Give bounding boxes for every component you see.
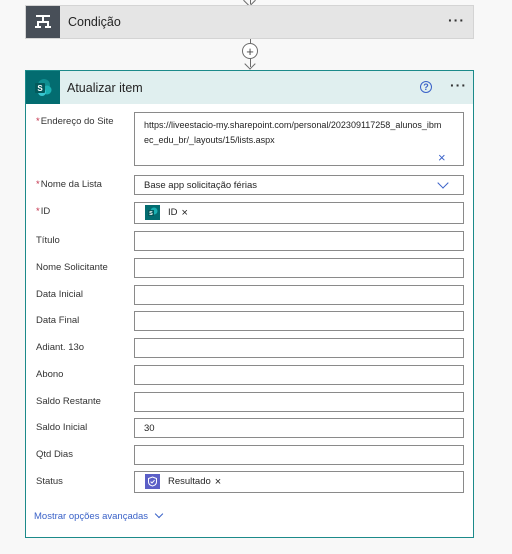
connector-arrow-icon — [244, 58, 256, 70]
site-address-label: *Endereço do Site — [36, 116, 114, 127]
saldo-restante-field[interactable] — [134, 392, 464, 412]
site-address-value: https://liveestacio-my.sharepoint.com/pe… — [144, 120, 442, 145]
card-title: Atualizar item — [67, 81, 143, 95]
condition-more-options-icon[interactable]: ··· — [448, 12, 465, 28]
condition-icon — [26, 6, 60, 38]
help-icon[interactable]: ? — [420, 81, 432, 93]
clear-site-address-icon[interactable]: × — [438, 151, 446, 164]
status-field[interactable]: Resultado × — [134, 471, 464, 493]
site-address-field[interactable]: https://liveestacio-my.sharepoint.com/pe… — [134, 112, 464, 166]
remove-resultado-token-icon[interactable]: × — [215, 476, 221, 488]
required-marker: * — [36, 116, 40, 127]
status-label: Status — [36, 476, 63, 487]
remove-id-token-icon[interactable]: × — [182, 207, 188, 219]
abono-label: Abono — [36, 369, 64, 380]
card-header[interactable]: S Atualizar item ? ··· — [26, 71, 473, 104]
resultado-token[interactable]: Resultado × — [145, 474, 221, 489]
card-more-options-icon[interactable]: ··· — [450, 77, 467, 93]
nome-solicitante-label: Nome Solicitante — [36, 262, 108, 273]
qtd-dias-label: Qtd Dias — [36, 449, 73, 460]
titulo-label: Título — [36, 235, 60, 246]
resultado-token-label: Resultado — [168, 476, 211, 487]
list-name-dropdown[interactable]: Base app solicitação férias — [134, 175, 464, 195]
id-token[interactable]: S ID × — [145, 205, 188, 220]
chevron-down-icon[interactable] — [437, 177, 449, 189]
saldo-inicial-field[interactable]: 30 — [134, 418, 464, 438]
condition-card[interactable]: Condição ··· — [25, 5, 474, 39]
adiant-field[interactable] — [134, 338, 464, 358]
saldo-inicial-label: Saldo Inicial — [36, 422, 88, 433]
condition-title: Condição — [68, 15, 121, 29]
data-final-field[interactable] — [134, 311, 464, 331]
id-token-label: ID — [168, 207, 178, 218]
id-label: *ID — [36, 206, 51, 217]
svg-text:S: S — [149, 211, 153, 217]
saldo-inicial-value: 30 — [144, 423, 155, 434]
data-final-label: Data Final — [36, 315, 80, 326]
sharepoint-icon: S — [145, 205, 160, 220]
id-field[interactable]: S ID × — [134, 202, 464, 224]
adiant-label: Adiant. 13o — [36, 342, 85, 353]
list-name-value: Base app solicitação férias — [144, 180, 258, 191]
chevron-down-icon — [154, 509, 164, 519]
insert-step-button[interactable]: + — [242, 43, 258, 59]
update-item-card: S Atualizar item ? ··· *Endereço do Site… — [25, 70, 474, 538]
nome-solicitante-field[interactable] — [134, 258, 464, 278]
required-marker: * — [36, 206, 40, 217]
sharepoint-icon: S — [26, 71, 60, 104]
data-inicial-field[interactable] — [134, 285, 464, 305]
abono-field[interactable] — [134, 365, 464, 385]
saldo-restante-label: Saldo Restante — [36, 396, 101, 407]
required-marker: * — [36, 179, 40, 190]
qtd-dias-field[interactable] — [134, 445, 464, 465]
list-name-label: *Nome da Lista — [36, 179, 102, 190]
show-advanced-options-link[interactable]: Mostrar opções avançadas — [34, 509, 164, 522]
titulo-field[interactable] — [134, 231, 464, 251]
data-inicial-label: Data Inicial — [36, 289, 83, 300]
approval-icon — [145, 474, 160, 489]
svg-text:S: S — [37, 84, 43, 93]
